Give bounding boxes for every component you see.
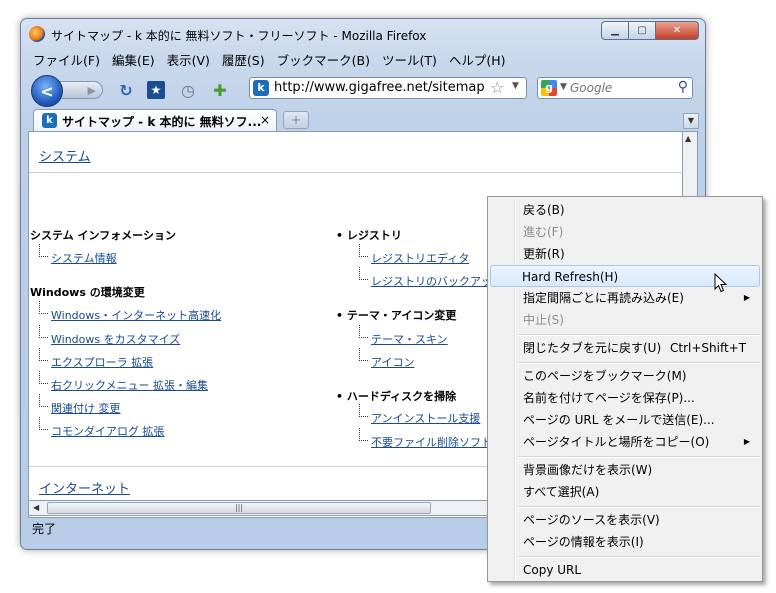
- link-item[interactable]: システム情報: [39, 244, 117, 266]
- tab-sitemap[interactable]: k サイトマップ - k 本的に 無料ソフ... ×: [33, 109, 277, 131]
- site-favicon: k: [253, 80, 269, 96]
- menu-item-select-all[interactable]: すべて選択(A): [490, 481, 760, 503]
- star-icon[interactable]: ☆: [490, 78, 504, 97]
- window-title: サイトマップ - k 本的に 無料ソフト・フリーソフト - Mozilla Fi…: [51, 29, 427, 43]
- addons-icon[interactable]: ✚: [209, 79, 231, 101]
- title-bar: サイトマップ - k 本的に 無料ソフト・フリーソフト - Mozilla Fi…: [21, 19, 705, 49]
- bookmark-icon[interactable]: ★: [145, 79, 167, 101]
- menu-separator: [518, 334, 760, 336]
- context-menu: 戻る(B) 進む(F) 更新(R) Hard Refresh(H) 指定間隔ごと…: [487, 196, 763, 582]
- link-item[interactable]: アイコン: [359, 348, 414, 370]
- chevron-down-icon[interactable]: ▼: [560, 82, 567, 92]
- history-icon[interactable]: ◷: [177, 79, 199, 101]
- menu-item-view-source[interactable]: ページのソースを表示(V): [490, 509, 760, 531]
- forward-icon: ▶: [87, 83, 96, 97]
- link-item[interactable]: 不要ファイル削除ソフト: [359, 428, 492, 450]
- window-controls: ▁ ▢ ✕: [601, 21, 699, 40]
- menu-separator: [518, 362, 760, 364]
- menu-item-reload[interactable]: 更新(R): [490, 243, 760, 265]
- menu-edit[interactable]: 編集(E): [106, 51, 161, 71]
- menu-item-bookmark-page[interactable]: このページをブックマーク(M): [490, 365, 760, 387]
- search-icon[interactable]: ⚲: [678, 79, 688, 95]
- link-item[interactable]: 右クリックメニュー 拡張・編集: [39, 371, 208, 393]
- tab-strip: k サイトマップ - k 本的に 無料ソフ... × + ▼: [27, 107, 699, 131]
- link-item[interactable]: レジストリエディタ: [359, 244, 469, 266]
- status-text: 完了: [32, 522, 57, 536]
- scroll-left-icon[interactable]: ◀: [33, 503, 39, 512]
- menu-tools[interactable]: ツール(T): [376, 51, 443, 71]
- group-title-theme: • テーマ・アイコン変更: [336, 309, 457, 322]
- link-item[interactable]: レジストリのバックアップ: [359, 267, 503, 289]
- close-tab-icon[interactable]: ×: [260, 113, 270, 127]
- submenu-arrow-icon: ▶: [743, 293, 750, 302]
- menu-separator: [518, 456, 760, 458]
- menu-file[interactable]: ファイル(F): [27, 51, 106, 71]
- search-bar: g ▼ ⚲: [537, 77, 693, 99]
- submenu-arrow-icon: ▶: [743, 437, 750, 446]
- maximize-button[interactable]: ▢: [628, 21, 656, 40]
- menu-help[interactable]: ヘルプ(H): [443, 51, 512, 71]
- menu-item-copy-url[interactable]: Copy URL: [490, 559, 760, 581]
- menu-item-stop: 中止(S): [523, 313, 564, 327]
- navigation-toolbar: ▶ < ↻ ★ ◷ ✚ k http://www.gigafree.net/si…: [27, 73, 699, 107]
- menu-item-view-background[interactable]: 背景画像だけを表示(W): [490, 459, 760, 481]
- horizontal-scrollbar[interactable]: ◀ |||: [28, 500, 528, 516]
- back-button[interactable]: <: [31, 75, 63, 107]
- divider: [29, 172, 683, 173]
- menu-bookmarks[interactable]: ブックマーク(B): [271, 51, 376, 71]
- group-title-disk: • ハードディスクを掃除: [336, 390, 457, 403]
- menu-item-undo-close-tab[interactable]: 閉じたタブを元に戻す(U) Ctrl+Shift+T: [490, 337, 760, 359]
- menu-item-send-link[interactable]: ページの URL をメールで送信(E)...: [490, 409, 760, 431]
- link-item[interactable]: エクスプローラ 拡張: [39, 348, 153, 370]
- link-item[interactable]: テーマ・スキン: [359, 325, 448, 347]
- mouse-cursor-icon: [714, 273, 728, 293]
- menu-view[interactable]: 表示(V): [161, 51, 216, 71]
- menu-history[interactable]: 履歴(S): [216, 51, 271, 71]
- tab-list-button[interactable]: ▼: [683, 113, 699, 129]
- menu-bar: ファイル(F) 編集(E) 表示(V) 履歴(S) ブックマーク(B) ツール(…: [27, 51, 512, 71]
- group-title: システム インフォメーション: [30, 229, 176, 242]
- section-heading-internet[interactable]: インターネット: [39, 478, 130, 497]
- scroll-up-icon[interactable]: ▲: [685, 134, 691, 143]
- link-item[interactable]: コモンダイアログ 拡張: [39, 417, 165, 439]
- menu-separator: [518, 556, 760, 558]
- minimize-button[interactable]: ▁: [601, 21, 629, 40]
- back-icon: <: [40, 81, 54, 101]
- tab-label: サイトマップ - k 本的に 無料ソフ...: [62, 115, 262, 129]
- site-favicon: k: [42, 113, 57, 128]
- section-heading-system[interactable]: システム: [39, 146, 91, 165]
- search-input[interactable]: [570, 79, 668, 97]
- google-icon[interactable]: g: [541, 80, 557, 96]
- back-forward-group: ▶ <: [31, 75, 107, 107]
- menu-item-back[interactable]: 戻る(B): [490, 199, 760, 221]
- menu-item-page-info[interactable]: ページの情報を表示(I): [490, 531, 760, 553]
- reload-icon[interactable]: ↻: [115, 79, 137, 101]
- close-button[interactable]: ✕: [655, 21, 699, 40]
- firefox-icon: [29, 26, 45, 42]
- menu-item-forward: 進む(F): [523, 225, 564, 239]
- scrollbar-thumb[interactable]: |||: [47, 502, 431, 514]
- link-item[interactable]: Windows・インターネット高速化: [39, 301, 221, 323]
- group-title-registry: • レジストリ: [336, 229, 402, 242]
- url-text[interactable]: http://www.gigafree.net/sitemap.h: [274, 80, 486, 95]
- chevron-down-icon[interactable]: ▼: [512, 81, 519, 91]
- forward-button[interactable]: ▶: [57, 81, 103, 99]
- group-title: Windows の環境変更: [30, 286, 145, 299]
- new-tab-button[interactable]: +: [283, 111, 309, 129]
- menu-item-copy-title-url[interactable]: ページタイトルと場所をコピー(O) ▶: [490, 431, 760, 453]
- menu-item-save-page[interactable]: 名前を付けてページを保存(P)...: [490, 387, 760, 409]
- address-bar[interactable]: k http://www.gigafree.net/sitemap.h ☆ ▼: [249, 77, 527, 99]
- menu-separator: [518, 506, 760, 508]
- link-item[interactable]: アンインストール支援: [359, 404, 480, 426]
- link-item[interactable]: 関連付け 変更: [39, 394, 121, 416]
- link-item[interactable]: Windows をカスタマイズ: [39, 325, 180, 347]
